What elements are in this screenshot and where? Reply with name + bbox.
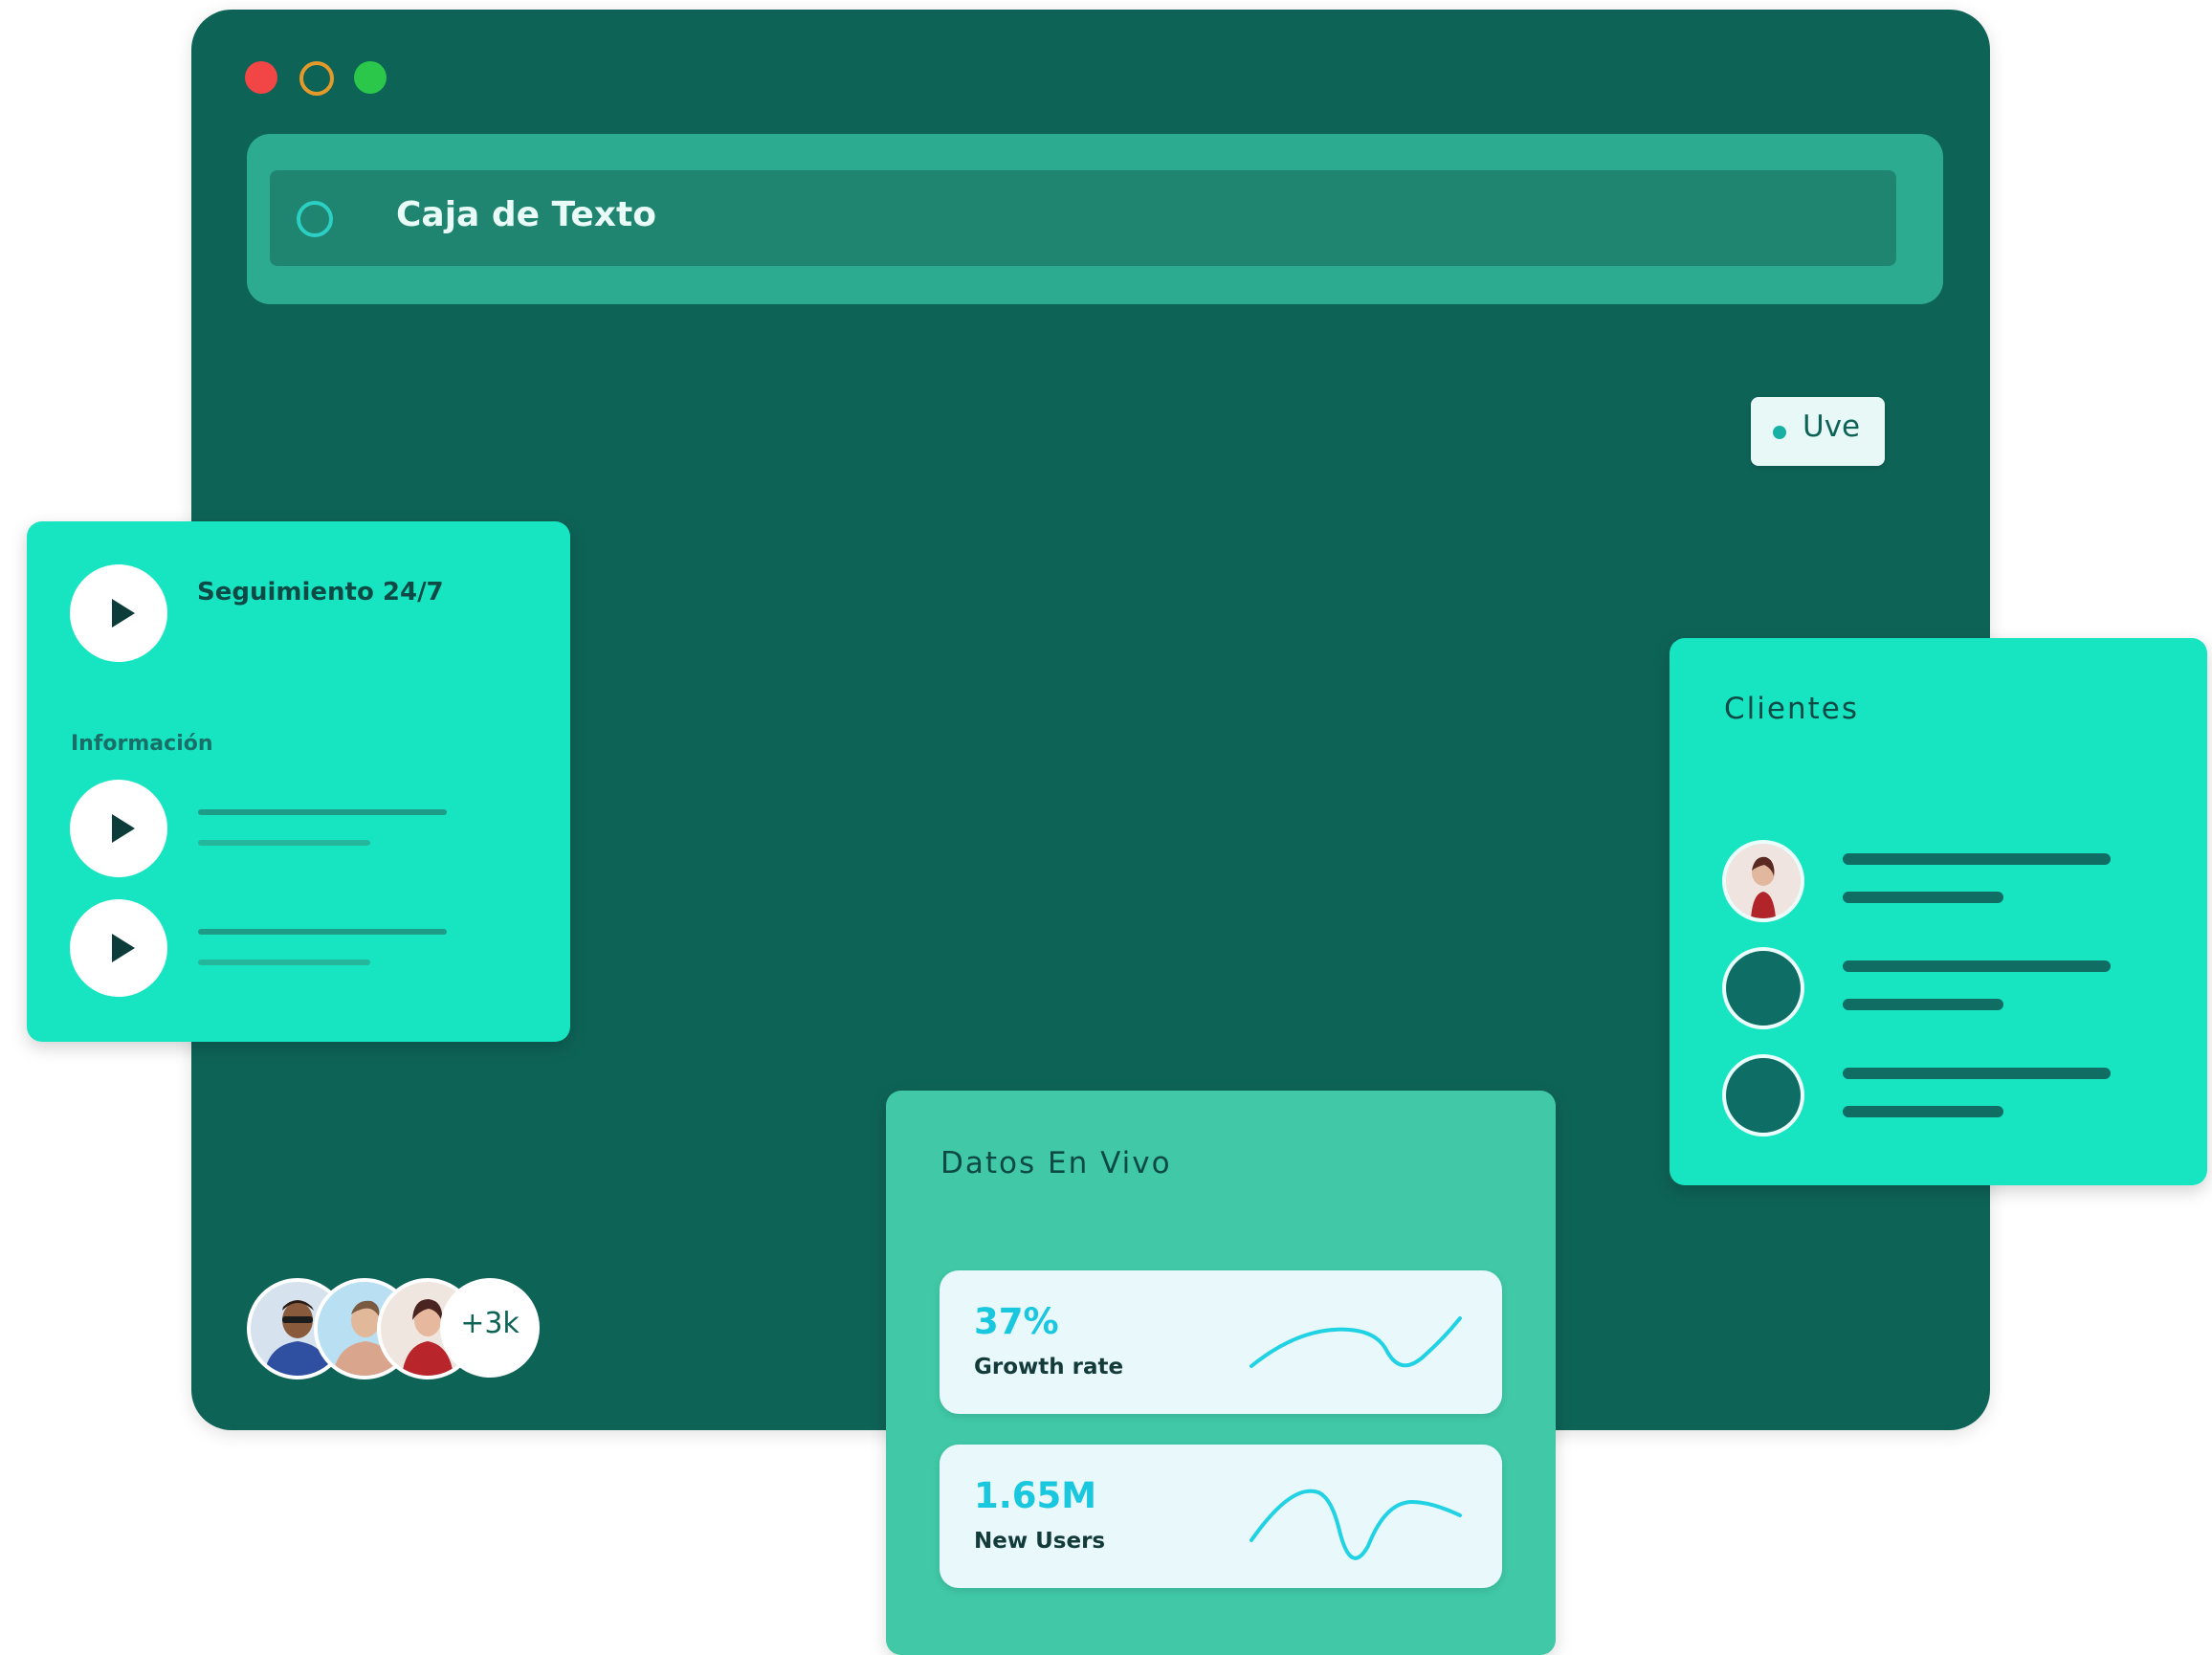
stat-label: Growth rate [974,1355,1124,1379]
search-placeholder: Caja de Texto [396,195,656,234]
text-placeholder-line [198,960,370,965]
play-button[interactable] [70,780,167,877]
client-avatar[interactable] [1722,947,1804,1029]
text-placeholder-line [198,929,447,935]
tracking-card-subtitle: Información [71,732,213,756]
client-name-placeholder [1843,853,2111,865]
stat-value: 37% [974,1301,1059,1342]
play-button[interactable] [70,564,167,662]
tracking-card-title: Seguimiento 24/7 [197,578,444,607]
growth-rate-stat[interactable]: 37% Growth rate [940,1270,1502,1414]
text-placeholder-line [198,809,447,815]
maximize-window-button[interactable] [354,61,387,94]
sparkline-chart [1250,1316,1462,1368]
close-window-button[interactable] [245,61,277,94]
play-icon [112,934,135,962]
live-badge-label: Uve [1803,409,1861,444]
play-icon [112,814,135,843]
sparkline-chart [1250,1489,1462,1560]
search-icon [297,201,333,237]
client-name-placeholder [1843,1068,2111,1079]
minimize-window-button[interactable] [299,61,334,96]
client-detail-placeholder [1843,1106,2003,1117]
play-icon [112,599,135,628]
text-placeholder-line [198,840,370,846]
live-indicator-dot [1773,426,1786,439]
live-data-card-title: Datos En Vivo [940,1146,1172,1181]
stat-label: New Users [974,1529,1106,1554]
client-name-placeholder [1843,960,2111,972]
play-button[interactable] [70,899,167,997]
client-detail-placeholder [1843,892,2003,903]
woman-avatar-icon [1726,844,1801,918]
clients-card-title: Clientes [1724,692,1859,726]
client-avatar[interactable] [1722,840,1804,922]
client-avatar[interactable] [1722,1054,1804,1136]
client-detail-placeholder [1843,999,2003,1010]
more-users-count: +3k [460,1307,520,1340]
new-users-stat[interactable]: 1.65M New Users [940,1445,1502,1588]
stat-value: 1.65M [974,1475,1097,1516]
